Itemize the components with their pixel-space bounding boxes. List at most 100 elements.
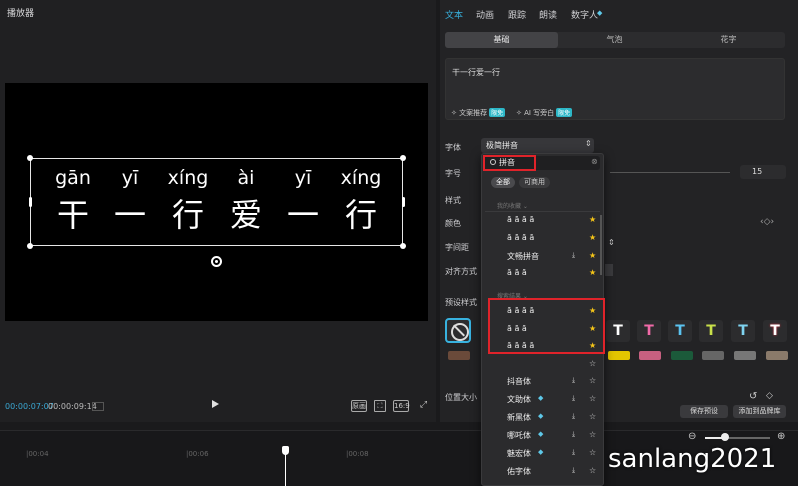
preset-style[interactable]	[608, 351, 630, 360]
star-filled-icon[interactable]: ★	[589, 268, 596, 277]
resize-handle[interactable]	[400, 243, 406, 249]
preset-style[interactable]	[766, 351, 788, 360]
font-item[interactable]: 抖音体	[507, 376, 531, 387]
size-slider[interactable]	[610, 172, 730, 173]
font-select[interactable]: 极简拼音	[481, 138, 594, 153]
limited-badge: 限免	[556, 108, 573, 117]
zoom-slider-knob[interactable]	[721, 433, 729, 441]
resize-handle[interactable]	[27, 155, 33, 161]
timeline-tick: |00:04	[26, 450, 49, 458]
font-item[interactable]: 文助体	[507, 394, 531, 405]
star-empty-icon[interactable]: ☆	[589, 448, 596, 457]
ratio-button[interactable]: 16:9	[393, 400, 410, 412]
star-filled-icon[interactable]: ★	[589, 215, 596, 224]
font-item[interactable]: ā ā ā	[507, 268, 527, 277]
grid-icon[interactable]	[92, 402, 104, 411]
preset-style[interactable]: T	[731, 320, 755, 342]
copy-recommend-label: 文案推荐	[459, 109, 488, 117]
star-empty-icon[interactable]: ☆	[589, 359, 596, 368]
copy-recommend-button[interactable]: ✧ 文案推荐 限免	[451, 108, 506, 118]
keyframe-icon[interactable]: ‹◇›	[760, 217, 774, 227]
star-empty-icon[interactable]: ☆	[589, 466, 596, 475]
clear-icon[interactable]: ⊗	[591, 157, 598, 166]
download-icon[interactable]: ⤓	[572, 251, 575, 260]
spacing-stepper[interactable]: ⇕	[608, 238, 615, 247]
filter-chip-all[interactable]: 全部	[491, 177, 515, 188]
size-label: 字号	[445, 169, 461, 178]
save-preset-button[interactable]: 保存预设	[680, 405, 728, 418]
font-item[interactable]: 哪吒体	[507, 430, 531, 441]
fullscreen-icon[interactable]: ⤢	[418, 400, 429, 412]
resize-handle[interactable]	[400, 155, 406, 161]
size-input[interactable]: 15	[740, 165, 786, 179]
resize-handle[interactable]	[27, 243, 33, 249]
star-empty-icon[interactable]: ☆	[589, 394, 596, 403]
resize-handle[interactable]	[29, 197, 32, 207]
font-item[interactable]: ā ā ā ā	[507, 233, 534, 242]
preset-style[interactable]: T	[668, 320, 692, 342]
position-label: 位置大小	[445, 393, 477, 402]
download-icon[interactable]: ⤓	[572, 430, 575, 439]
star-filled-icon[interactable]: ★	[589, 233, 596, 242]
font-item[interactable]: ā ā ā ā	[507, 215, 534, 224]
annotation-highlight	[483, 155, 536, 171]
gem-icon: ◆	[538, 430, 544, 438]
subtab-fancy[interactable]: 花字	[672, 32, 785, 48]
tab-animation[interactable]: 动画	[476, 8, 494, 21]
preset-style[interactable]: T	[637, 320, 661, 342]
reset-icon[interactable]: ↺	[749, 391, 757, 402]
filter-chip-commercial[interactable]: 可商用	[519, 177, 550, 188]
tab-read[interactable]: 朗读	[539, 8, 557, 21]
download-icon[interactable]: ⤓	[572, 376, 575, 385]
text-selection-box[interactable]	[30, 158, 403, 246]
download-icon[interactable]: ⤓	[572, 466, 575, 475]
preset-style[interactable]: T	[699, 320, 723, 342]
font-item[interactable]: 魅宏体	[507, 448, 531, 459]
resize-handle[interactable]	[402, 197, 405, 207]
download-icon[interactable]: ⤓	[572, 448, 575, 457]
keyframe-icon[interactable]: ◇	[766, 391, 773, 401]
dropdown-scrollbar[interactable]	[600, 215, 602, 275]
tab-text[interactable]: 文本	[445, 8, 463, 21]
crop-icon[interactable]: ⛶	[374, 400, 386, 412]
font-item[interactable]: 佑字体	[507, 466, 531, 477]
preset-none-icon[interactable]	[445, 318, 471, 343]
divider	[485, 211, 600, 212]
preset-style[interactable]	[671, 351, 693, 360]
zoom-out-icon[interactable]: ⊖	[688, 431, 696, 442]
font-item[interactable]: 文畅拼音	[507, 251, 539, 262]
ai-narrate-button[interactable]: ✧ AI 写旁白 限免	[516, 108, 573, 118]
spacing-label: 字间距	[445, 243, 469, 252]
rotate-icon[interactable]	[211, 256, 222, 267]
preset-style[interactable]: T	[763, 320, 787, 342]
color-label: 颜色	[445, 219, 461, 228]
subtab-bubble[interactable]: 气泡	[558, 32, 671, 48]
preset-style[interactable]: T	[606, 320, 630, 342]
font-item[interactable]: 新黑体	[507, 412, 531, 423]
subtab-basic[interactable]: 基础	[445, 32, 558, 48]
chevron-updown-icon[interactable]: ⇕	[585, 139, 592, 148]
playhead-handle[interactable]	[282, 446, 289, 455]
preset-style[interactable]	[734, 351, 756, 360]
star-empty-icon[interactable]: ☆	[589, 412, 596, 421]
current-timecode: 00:00:07:07	[5, 402, 54, 411]
play-button[interactable]	[212, 400, 219, 408]
star-empty-icon[interactable]: ☆	[589, 376, 596, 385]
add-to-library-button[interactable]: 添加到品牌库	[733, 405, 786, 418]
download-icon[interactable]: ⤓	[572, 412, 575, 421]
preset-style[interactable]	[639, 351, 661, 360]
star-filled-icon[interactable]: ★	[589, 251, 596, 260]
gem-icon: ◆	[538, 412, 544, 420]
download-icon[interactable]: ⤓	[572, 394, 575, 403]
zoom-in-icon[interactable]: ⊕	[777, 431, 785, 442]
align-option[interactable]	[605, 264, 613, 276]
tab-tracking[interactable]: 跟踪	[508, 8, 526, 21]
star-empty-icon[interactable]: ☆	[589, 430, 596, 439]
preset-style[interactable]	[702, 351, 724, 360]
style-label: 样式	[445, 196, 461, 205]
text-content[interactable]: 干一行爱一行	[452, 67, 500, 78]
annotation-highlight	[488, 298, 605, 354]
preset-style[interactable]	[448, 351, 470, 360]
tab-digital-human[interactable]: 数字人	[571, 8, 598, 21]
original-button[interactable]: 原画	[351, 400, 367, 412]
